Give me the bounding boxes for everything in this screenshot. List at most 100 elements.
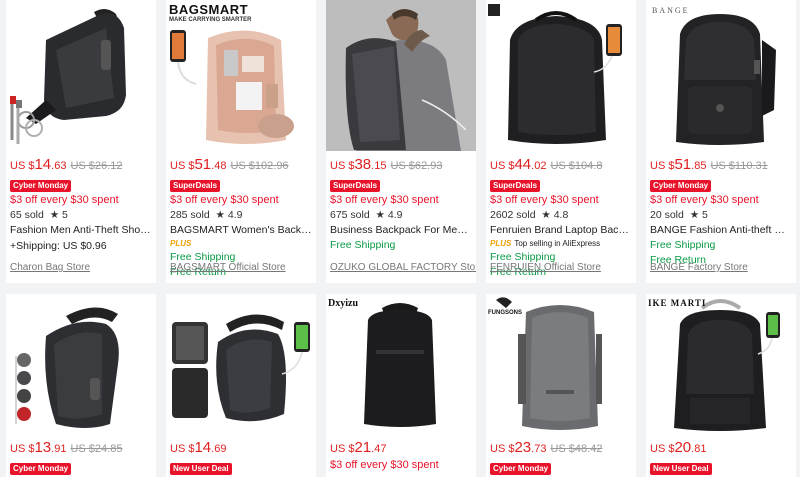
rating: ★ 4.8 xyxy=(541,209,569,221)
product-card[interactable]: IKE MARTI US $20.81 New User Deal xyxy=(646,294,796,477)
store-link[interactable]: BAGSMART Official Store xyxy=(170,262,286,273)
store-link[interactable]: Charon Bag Store xyxy=(10,262,90,273)
promo-text: $3 off every $30 spent xyxy=(330,194,439,206)
sales-rating: 675 sold ★ 4.9 xyxy=(330,208,472,223)
price-integer: 14 xyxy=(34,156,52,173)
price-decimal: .81 xyxy=(691,443,707,455)
price: US $38.15 US $62.93 xyxy=(330,155,472,175)
price: US $21.47 xyxy=(330,438,472,458)
price: US $44.02 US $104.8 xyxy=(490,155,632,175)
price-currency: US $ xyxy=(650,160,675,172)
price-integer: 38 xyxy=(354,156,372,173)
rating: ★ 5 xyxy=(49,209,68,221)
plus-badge: PLUS xyxy=(490,239,512,248)
promo-text: $3 off every $30 spent xyxy=(10,194,119,206)
free-shipping: Free Shipping xyxy=(330,239,396,251)
promo-badge: New User Deal xyxy=(650,463,712,475)
product-title[interactable]: Business Backpack For Men Fit 15.6 Inch xyxy=(330,223,472,238)
price-integer: 51 xyxy=(194,156,212,173)
product-image[interactable] xyxy=(486,0,636,151)
price-decimal: .47 xyxy=(371,443,387,455)
product-title[interactable]: BANGE Fashion Anti-theft New Style Backp… xyxy=(650,223,792,238)
shipping-cost: +Shipping: US $0.96 xyxy=(10,240,107,252)
price-decimal: .91 xyxy=(51,443,67,455)
product-card[interactable]: US $38.15 US $62.93 SuperDeals $3 off eve… xyxy=(326,0,476,283)
product-card[interactable]: Dxyizu US $21.47 $3 off every $30 spent xyxy=(326,294,476,477)
price-decimal: .02 xyxy=(531,160,547,172)
store-link[interactable]: OZUKO GLOBAL FACTORY Store xyxy=(330,262,476,273)
promo-text: $3 off every $30 spent xyxy=(650,194,759,206)
price-currency: US $ xyxy=(490,160,515,172)
product-title[interactable]: Fenruien Brand Laptop Backpack Anti-thef… xyxy=(490,223,632,238)
product-image[interactable]: IKE MARTI xyxy=(646,294,796,434)
product-card[interactable]: US $44.02 US $104.8 SuperDeals $3 off eve… xyxy=(486,0,636,283)
product-title[interactable]: Fashion Men Anti-Theft Shoulder Bag xyxy=(10,223,152,238)
promo-text: $3 off every $30 spent xyxy=(330,459,439,471)
original-price: US $102.96 xyxy=(230,160,289,172)
promo-badge: SuperDeals xyxy=(330,180,381,192)
promo-badge: SuperDeals xyxy=(490,180,541,192)
price-currency: US $ xyxy=(10,160,35,172)
price-currency: US $ xyxy=(170,443,195,455)
price-integer: 14 xyxy=(194,439,212,456)
original-price: US $48.42 xyxy=(550,443,603,455)
product-image[interactable]: BAGSMART MAKE CARRYING SMARTER xyxy=(166,0,316,151)
promo-text: $3 off every $30 spent xyxy=(490,194,599,206)
price-integer: 23 xyxy=(514,439,532,456)
plus-row: PLUS Top selling in AliExpress xyxy=(490,238,632,250)
product-card[interactable]: US $14.63 US $26.12 Cyber Monday $3 off e… xyxy=(6,0,156,283)
price-decimal: .85 xyxy=(691,160,707,172)
brand-logo: Dxyizu xyxy=(328,298,358,309)
price-integer: 13 xyxy=(34,439,52,456)
price: US $23.73 US $48.42 xyxy=(490,438,632,458)
sales-rating: 285 sold ★ 4.9 xyxy=(170,208,312,223)
price-decimal: .69 xyxy=(211,443,227,455)
brand-logo: FUNGSONS xyxy=(488,310,523,316)
product-card[interactable]: BAGSMART MAKE CARRYING SMARTER US $51.48… xyxy=(166,0,316,283)
product-image[interactable] xyxy=(6,0,156,151)
promo-badge: New User Deal xyxy=(170,463,232,475)
price: US $51.48 US $102.96 xyxy=(170,155,312,175)
promo-badge: Cyber Monday xyxy=(650,180,712,192)
product-card[interactable]: BANGE US $51.85 US $110.31 Cyber Monday $… xyxy=(646,0,796,283)
product-image[interactable] xyxy=(166,294,316,434)
product-image[interactable]: Dxyizu xyxy=(326,294,476,434)
product-image[interactable] xyxy=(6,294,156,434)
product-card[interactable]: US $14.69 New User Deal xyxy=(166,294,316,477)
price-currency: US $ xyxy=(330,160,355,172)
price-decimal: .48 xyxy=(211,160,227,172)
brand-logo: BANGE xyxy=(652,6,690,15)
product-image[interactable]: FUNGSONS xyxy=(486,294,636,434)
price: US $51.85 US $110.31 xyxy=(650,155,792,175)
product-card[interactable]: FUNGSONS US $23.73 US $48.42 Cyber Monday xyxy=(486,294,636,477)
price-decimal: .63 xyxy=(51,160,67,172)
top-selling-label: Top selling in AliExpress xyxy=(514,239,601,248)
promo-badge: Cyber Monday xyxy=(10,180,72,192)
brand-logo: BAGSMART MAKE CARRYING SMARTER xyxy=(169,2,252,23)
price-currency: US $ xyxy=(10,443,35,455)
sold-count: 285 sold xyxy=(170,209,210,221)
sold-count: 20 sold xyxy=(650,209,684,221)
brand-logo: IKE MARTI xyxy=(648,298,707,308)
original-price: US $110.31 xyxy=(710,160,768,172)
product-title[interactable]: BAGSMART Women's Backpack Anti-theft xyxy=(170,223,312,238)
price: US $14.63 US $26.12 xyxy=(10,155,152,175)
price-currency: US $ xyxy=(170,160,195,172)
original-price: US $24.85 xyxy=(70,443,123,455)
store-link[interactable]: FENRUIEN Official Store xyxy=(490,262,601,273)
sales-rating: 20 sold ★ 5 xyxy=(650,208,792,223)
sales-rating: 65 sold ★ 5 xyxy=(10,208,152,223)
product-image[interactable] xyxy=(326,0,476,151)
product-image[interactable]: BANGE xyxy=(646,0,796,151)
original-price: US $26.12 xyxy=(70,160,123,172)
rating: ★ 5 xyxy=(689,209,708,221)
store-link[interactable]: BANGE Factory Store xyxy=(650,262,748,273)
price: US $14.69 xyxy=(170,438,312,458)
original-price: US $62.93 xyxy=(390,160,443,172)
price-integer: 51 xyxy=(674,156,692,173)
plus-badge: PLUS xyxy=(170,239,192,248)
product-card[interactable]: US $13.91 US $24.85 Cyber Monday xyxy=(6,294,156,477)
promo-badge: Cyber Monday xyxy=(10,463,72,475)
free-shipping: Free Shipping xyxy=(650,239,716,251)
plus-row: PLUS xyxy=(170,238,312,250)
